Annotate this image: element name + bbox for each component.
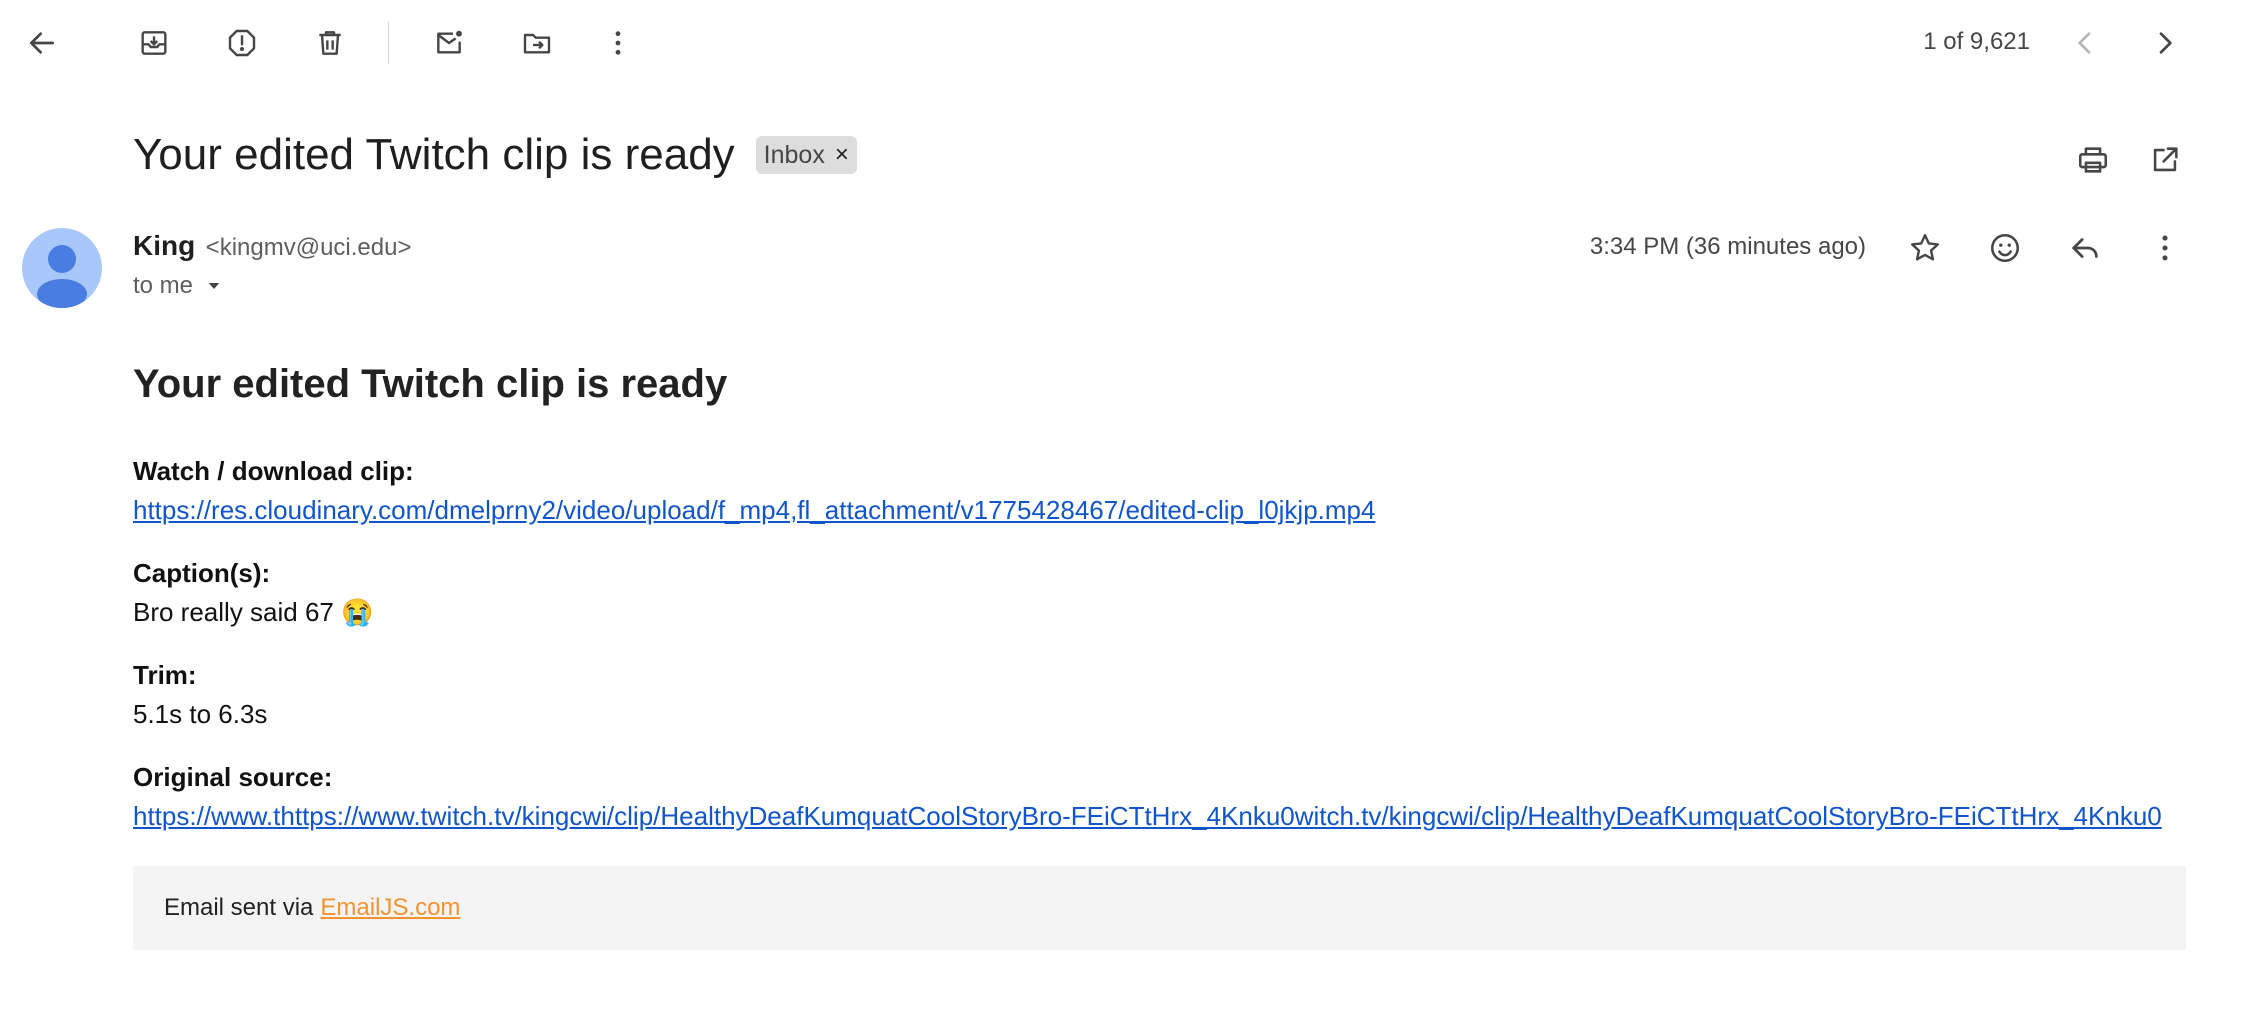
subject-row: Your edited Twitch clip is ready Inbox × <box>133 130 857 180</box>
print-icon <box>2078 147 2108 173</box>
emoji-icon <box>1990 233 2020 263</box>
email-footer: Email sent via EmailJS.com <box>133 866 2186 950</box>
chevron-left-icon <box>2078 32 2091 54</box>
mark-unread-icon <box>437 30 462 54</box>
trim-text: 5.1s to 6.3s <box>133 699 268 729</box>
move-to-button[interactable] <box>509 15 565 71</box>
caption-field: Caption(s): Bro really said 67 😭 <box>133 554 2193 632</box>
remove-label-button[interactable]: × <box>835 141 849 169</box>
recipient-details-toggle[interactable]: to me <box>133 272 223 300</box>
add-reaction-button[interactable] <box>1977 220 2033 276</box>
more-vertical-icon <box>2162 235 2168 261</box>
body-heading: Your edited Twitch clip is ready <box>133 362 728 406</box>
toolbar: 1 of 9,621 <box>0 0 2260 88</box>
sender-line: King <kingmv@uci.edu> <box>133 230 411 262</box>
more-vertical-icon <box>615 31 621 55</box>
avatar[interactable] <box>22 228 102 308</box>
email-subject: Your edited Twitch clip is ready <box>133 130 735 179</box>
original-source-link[interactable]: https://www.thttps://www.twitch.tv/kingc… <box>133 801 2162 831</box>
message-more-button[interactable] <box>2137 220 2193 276</box>
star-icon <box>1911 234 1939 261</box>
older-button[interactable] <box>2137 15 2193 71</box>
archive-button[interactable] <box>126 15 182 71</box>
back-button[interactable] <box>14 15 70 71</box>
archive-icon <box>141 31 167 55</box>
watch-field: Watch / download clip: https://res.cloud… <box>133 452 2193 530</box>
report-spam-icon <box>228 29 256 57</box>
source-label: Original source: <box>133 762 333 792</box>
person-icon <box>37 245 87 308</box>
print-all-button[interactable] <box>2065 132 2121 188</box>
delete-button[interactable] <box>302 15 358 71</box>
star-button[interactable] <box>1897 220 1953 276</box>
email-timestamp: 3:34 PM (36 minutes ago) <box>1589 233 1866 260</box>
reply-button[interactable] <box>2057 220 2113 276</box>
clip-download-link[interactable]: https://res.cloudinary.com/dmelprny2/vid… <box>133 495 1375 525</box>
open-new-window-button[interactable] <box>2137 132 2193 188</box>
emailjs-link[interactable]: EmailJS.com <box>320 894 460 922</box>
trim-field: Trim: 5.1s to 6.3s <box>133 656 2193 734</box>
more-options-button[interactable] <box>590 15 646 71</box>
mark-unread-button[interactable] <box>421 15 477 71</box>
recipient-text: to me <box>133 272 194 299</box>
chevron-right-icon <box>2159 32 2172 54</box>
open-in-new-icon <box>2153 147 2178 172</box>
watch-label: Watch / download clip: <box>133 456 414 486</box>
sender-name[interactable]: King <box>133 230 195 261</box>
caret-down-icon <box>208 283 220 289</box>
inbox-label-chip[interactable]: Inbox × <box>755 136 857 174</box>
report-spam-button[interactable] <box>214 15 270 71</box>
move-to-folder-icon <box>523 33 551 54</box>
label-chip-text: Inbox <box>763 140 825 169</box>
source-field: Original source: https://www.thttps://ww… <box>133 758 2193 836</box>
pager-count: 1 of 9,621 <box>1923 28 2030 55</box>
footer-prefix: Email sent via <box>164 894 314 921</box>
trash-icon <box>319 31 341 55</box>
email-body: Your edited Twitch clip is ready Watch /… <box>133 360 2193 860</box>
reply-icon <box>2072 238 2098 258</box>
arrow-left-icon <box>30 32 54 54</box>
toolbar-divider <box>388 22 389 64</box>
trim-label: Trim: <box>133 660 197 690</box>
caption-label: Caption(s): <box>133 558 271 588</box>
newer-button[interactable] <box>2057 15 2113 71</box>
caption-text: Bro really said 67 😭 <box>133 597 374 627</box>
sender-email: <kingmv@uci.edu> <box>205 234 412 261</box>
